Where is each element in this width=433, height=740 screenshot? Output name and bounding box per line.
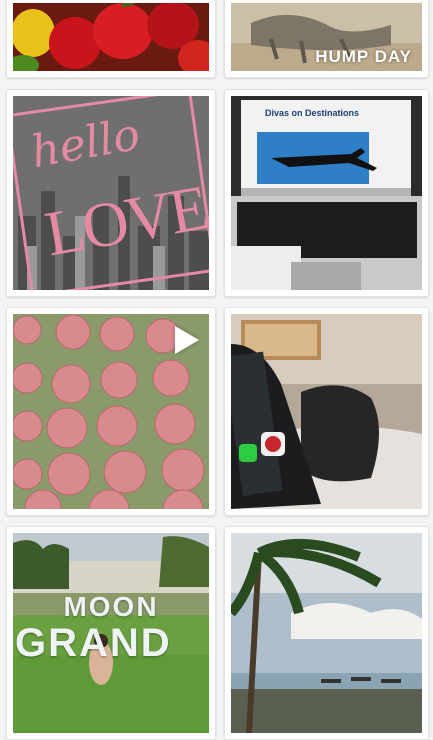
- photo-tile-moon-grand[interactable]: MOON GRAND: [6, 526, 216, 740]
- macarons-photo: [13, 314, 209, 509]
- laptop-photo: Divas on Destinations: [231, 96, 422, 290]
- play-icon[interactable]: [175, 326, 199, 354]
- phone-bed-photo: [231, 314, 422, 509]
- photo-tile-peppers[interactable]: [6, 0, 216, 78]
- photo-tile-laptop[interactable]: Divas on Destinations: [224, 89, 429, 297]
- peppers-photo: [13, 3, 209, 71]
- photo-tile-macarons[interactable]: [6, 307, 216, 516]
- photo-tile-phone-bed[interactable]: [224, 307, 429, 516]
- laptop-site-title: Divas on Destinations: [265, 108, 360, 118]
- grand-sign-text: GRAND: [15, 621, 172, 665]
- moon-grand-photo: MOON GRAND: [13, 533, 209, 733]
- photo-tile-hello-love[interactable]: hello LOVE: [6, 89, 216, 297]
- photo-tile-hump-day[interactable]: HUMP DAY: [224, 0, 429, 78]
- moon-sign-text: MOON: [63, 591, 159, 622]
- photo-tile-beach[interactable]: [224, 526, 429, 740]
- beach-photo: [231, 533, 422, 733]
- hello-love-photo: hello LOVE: [13, 96, 209, 290]
- hump-day-photo: HUMP DAY: [231, 3, 422, 71]
- hump-day-overlay-text: HUMP DAY: [315, 47, 412, 66]
